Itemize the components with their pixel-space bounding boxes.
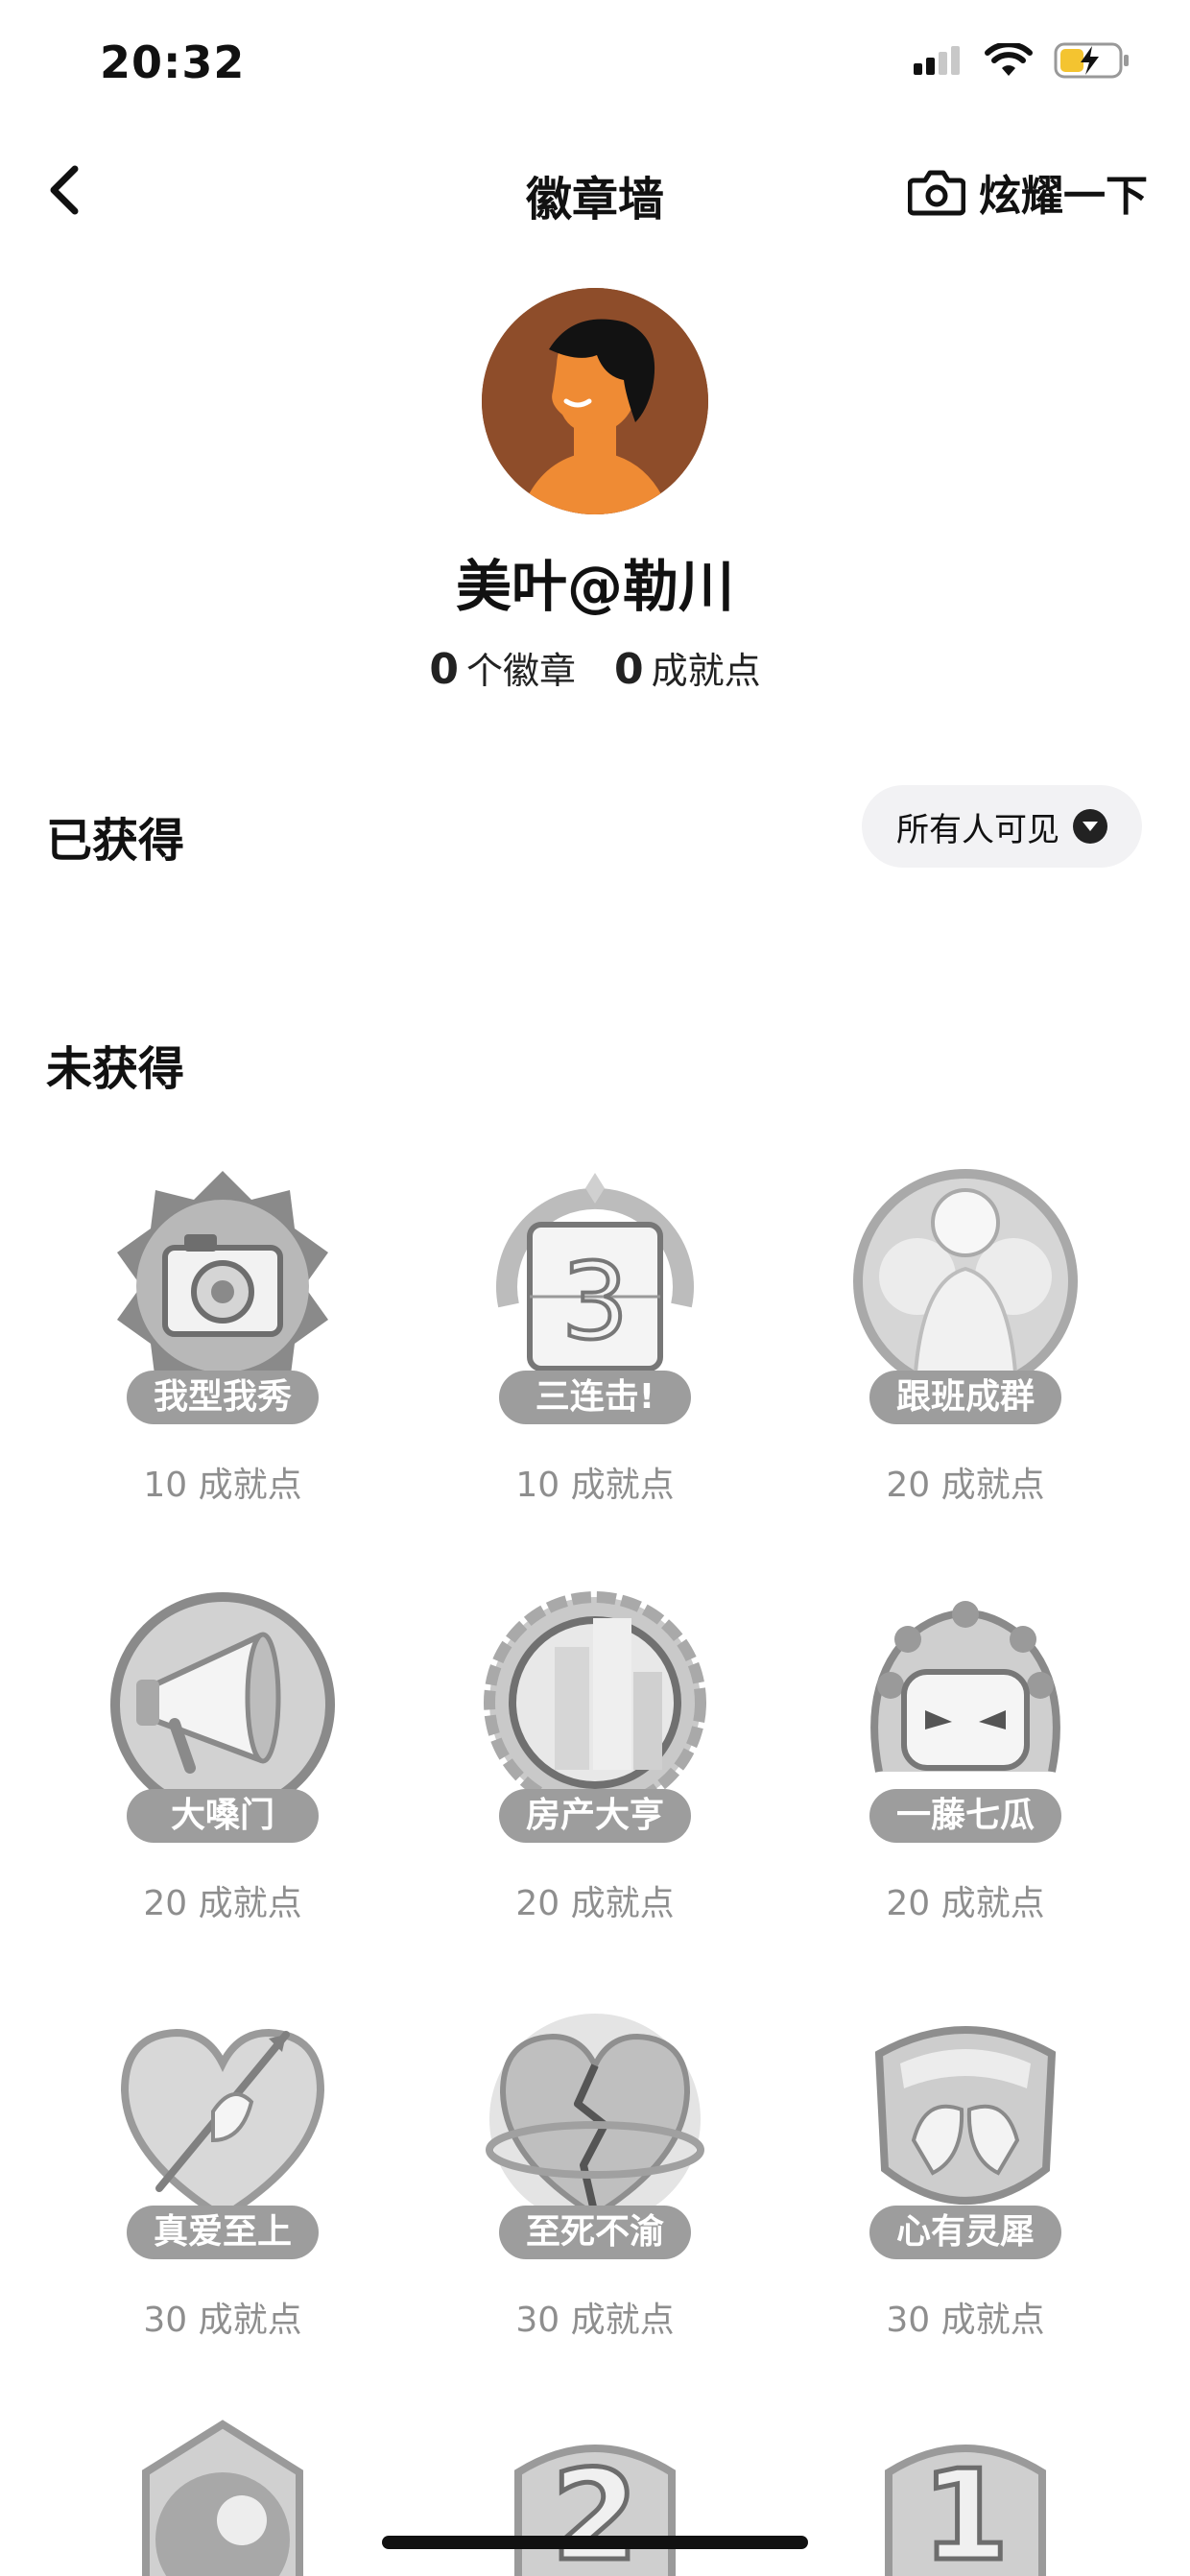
- badge-points: 30 成就点: [886, 2301, 1045, 2340]
- badge-item[interactable]: 我型我秀 10 成就点: [79, 1161, 367, 1505]
- svg-text:1: 1: [922, 2443, 1009, 2576]
- badge-name: 至死不渝: [499, 2206, 691, 2259]
- badge-points: 20 成就点: [515, 1884, 675, 1923]
- share-button[interactable]: 炫耀一下: [908, 161, 1148, 223]
- unearned-section-title: 未获得: [46, 1042, 185, 1096]
- camera-icon: [908, 170, 965, 216]
- share-label: 炫耀一下: [979, 172, 1148, 221]
- badge-count: 0: [429, 645, 459, 694]
- badge-points: 30 成就点: [143, 2301, 302, 2340]
- badge-name: 大嗓门: [127, 1789, 319, 1843]
- points-label: 成就点: [651, 650, 761, 692]
- badge-name: 跟班成群: [869, 1371, 1061, 1424]
- visibility-dropdown[interactable]: 所有人可见: [862, 785, 1142, 868]
- badge-item[interactable]: 跟班成群 20 成就点: [821, 1161, 1109, 1505]
- badge-points: 20 成就点: [886, 1466, 1045, 1505]
- status-time: 20:32: [100, 36, 246, 88]
- badge-item[interactable]: 心有灵犀 30 成就点: [821, 1996, 1109, 2340]
- badge-item[interactable]: 至死不渝 30 成就点: [451, 1996, 739, 2340]
- badge-item[interactable]: 3 三连击! 10 成就点: [451, 1161, 739, 1505]
- cellular-signal-icon: [914, 46, 960, 75]
- user-name: 美叶@勒川: [455, 554, 734, 619]
- wifi-icon: [985, 43, 1033, 76]
- badge-points: 30 成就点: [515, 2301, 675, 2340]
- badge-item[interactable]: 一藤七瓜 20 成就点: [821, 1580, 1109, 1923]
- badge-name: 三连击!: [499, 1371, 691, 1424]
- badge-item[interactable]: 房产大亨 20 成就点: [451, 1580, 739, 1923]
- badge-item[interactable]: [79, 2415, 367, 2576]
- badge-points: 20 成就点: [886, 1884, 1045, 1923]
- badge-points: 10 成就点: [143, 1466, 302, 1505]
- badge-name: 一藤七瓜: [869, 1789, 1061, 1843]
- home-indicator[interactable]: [382, 2536, 808, 2549]
- points-count: 0: [614, 645, 644, 694]
- avatar-illustration: [482, 288, 708, 514]
- badge-points: 20 成就点: [143, 1884, 302, 1923]
- badge-item[interactable]: 2: [451, 2415, 739, 2576]
- partial-badge-icon: [142, 2420, 303, 2576]
- status-icons: [912, 42, 1130, 79]
- badge-name: 我型我秀: [127, 1371, 319, 1424]
- badge-name: 房产大亨: [499, 1789, 691, 1843]
- dropdown-arrow-icon: [1073, 809, 1107, 844]
- badge-item[interactable]: 大嗓门 20 成就点: [79, 1580, 367, 1923]
- badge-points: 10 成就点: [515, 1466, 675, 1505]
- badge-count-stat: 0 个徽章: [429, 641, 576, 694]
- visibility-label: 所有人可见: [896, 810, 1059, 849]
- avatar[interactable]: [482, 288, 708, 514]
- battery-charging-icon: [1054, 42, 1129, 79]
- number-two-badge-icon: 2: [514, 2441, 676, 2576]
- svg-text:2: 2: [552, 2443, 638, 2576]
- svg-text:3: 3: [561, 1240, 629, 1363]
- user-stats: 0 个徽章 0 成就点: [0, 641, 1190, 694]
- badge-item[interactable]: 1: [821, 2415, 1109, 2576]
- earned-section-title: 已获得: [46, 814, 185, 868]
- points-stat: 0 成就点: [614, 641, 761, 694]
- badge-name: 心有灵犀: [869, 2206, 1061, 2259]
- badge-item[interactable]: 真爱至上 30 成就点: [79, 1996, 367, 2340]
- badge-count-label: 个徽章: [465, 650, 576, 692]
- badge-name: 真爱至上: [127, 2206, 319, 2259]
- number-one-badge-icon: 1: [885, 2441, 1046, 2576]
